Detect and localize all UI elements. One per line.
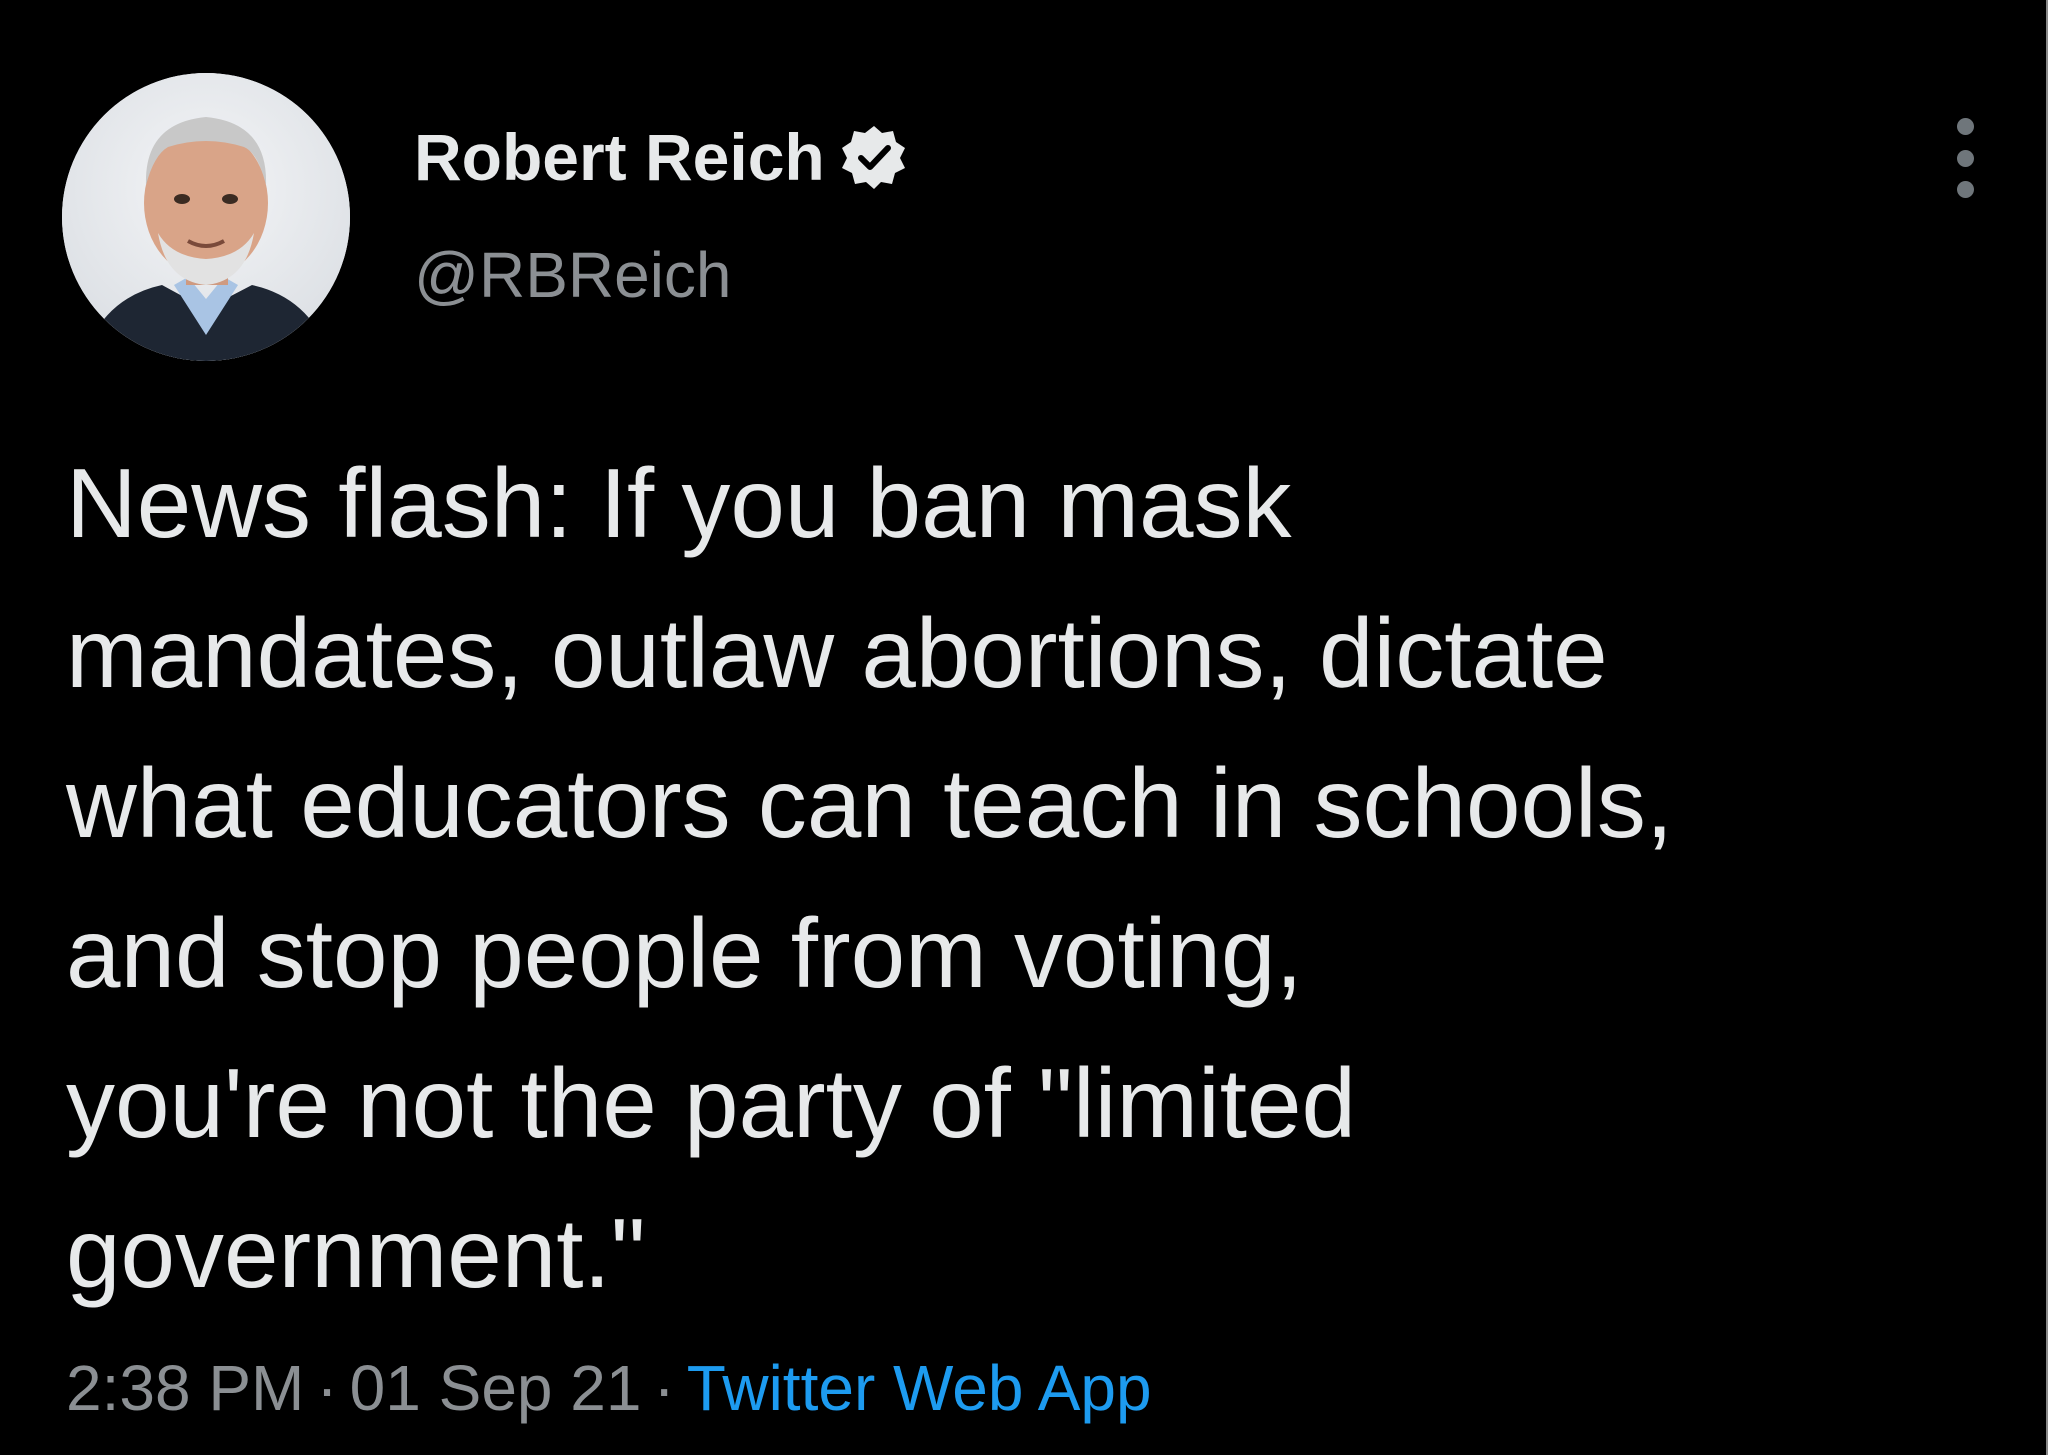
tweet-line: mandates, outlaw abortions, dictate <box>66 598 1608 708</box>
more-dot <box>1956 149 1974 167</box>
avatar-photo <box>62 73 350 361</box>
tweet-source-link[interactable]: Twitter Web App <box>687 1352 1152 1424</box>
tweet-line: what educators can teach in schools, <box>66 748 1674 858</box>
avatar[interactable] <box>62 73 350 361</box>
tweet-line: and stop people from voting, <box>66 898 1303 1008</box>
more-dot <box>1956 118 1974 135</box>
more-options-icon[interactable] <box>1950 118 1980 198</box>
tweet-time[interactable]: 2:38 PM <box>66 1352 304 1424</box>
author-row: Robert Reich <box>414 112 909 202</box>
tweet-line: you're not the party of "limited <box>66 1048 1357 1158</box>
tweet-meta: 2:38 PM · 01 Sep 21 · Twitter Web App <box>66 1343 1152 1433</box>
author-name[interactable]: Robert Reich <box>414 119 825 195</box>
verified-badge-icon <box>839 122 909 192</box>
author-handle[interactable]: @RBReich <box>414 238 732 312</box>
tweet-date[interactable]: 01 Sep 21 <box>350 1352 642 1424</box>
meta-separator: · <box>653 1352 675 1424</box>
more-dot <box>1956 181 1974 198</box>
meta-separator: · <box>316 1352 338 1424</box>
tweet-text: News flash: If you ban mask mandates, ou… <box>66 428 2006 1328</box>
tweet-line: News flash: If you ban mask <box>66 448 1292 558</box>
tweet-line: government." <box>66 1198 646 1308</box>
